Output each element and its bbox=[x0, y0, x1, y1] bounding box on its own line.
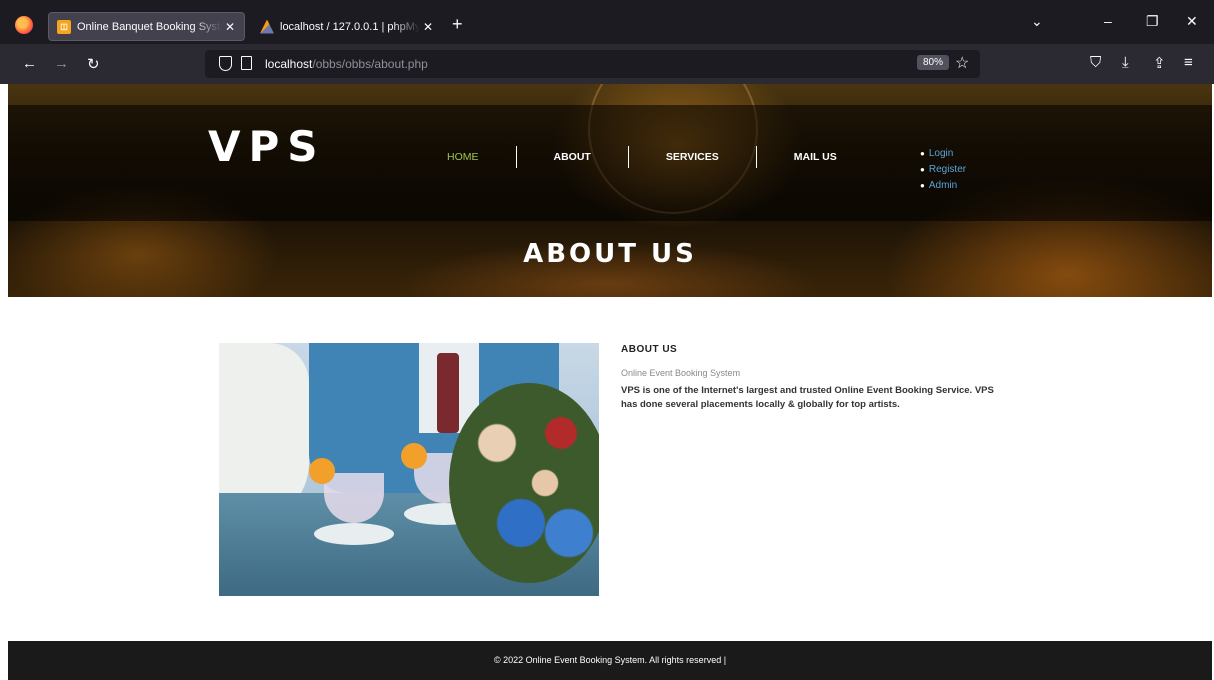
tab-close-icon[interactable]: ✕ bbox=[222, 20, 238, 34]
tab-title: Online Banquet Booking System bbox=[77, 20, 222, 33]
tab-title: localhost / 127.0.0.1 | phpMyAdmin bbox=[280, 20, 420, 33]
url-host: localhost bbox=[265, 57, 313, 71]
bullet-icon: ● bbox=[920, 181, 925, 190]
back-button[interactable]: ← bbox=[22, 55, 37, 72]
new-tab-button[interactable]: + bbox=[452, 14, 463, 35]
close-window-button[interactable]: ✕ bbox=[1186, 13, 1198, 30]
register-link[interactable]: ● Register bbox=[920, 162, 966, 178]
admin-link[interactable]: ● Admin bbox=[920, 178, 966, 194]
photo-orange-slice bbox=[309, 458, 335, 484]
photo-orange-slice bbox=[401, 443, 427, 469]
extensions-icon[interactable]: ⇪ bbox=[1153, 54, 1166, 72]
pocket-icon[interactable]: ⛉ bbox=[1090, 54, 1101, 71]
photo-bouquet bbox=[449, 383, 599, 583]
register-link-label: Register bbox=[928, 164, 967, 175]
browser-nav-bar: ← → ↻ localhost/obbs/obbs/about.php 80% … bbox=[0, 44, 1214, 84]
url-path: /obbs/obbs/about.php bbox=[312, 57, 428, 71]
site-footer: © 2022 Online Event Booking System. All … bbox=[8, 641, 1212, 680]
firefox-logo-icon[interactable] bbox=[15, 16, 33, 34]
about-heading: ABOUT US bbox=[621, 344, 678, 355]
main-menu: HOME ABOUT SERVICES MAIL US bbox=[410, 146, 874, 168]
menu-item-home[interactable]: HOME bbox=[410, 151, 516, 163]
wedding-couple-photo bbox=[219, 343, 599, 596]
zoom-level-button[interactable]: 80% bbox=[917, 55, 950, 70]
site-logo[interactable]: VPS bbox=[208, 122, 326, 171]
obbs-favicon-icon: ◫ bbox=[57, 19, 71, 34]
tab-phpmyadmin[interactable]: localhost / 127.0.0.1 | phpMyAdmin ✕ bbox=[252, 12, 442, 41]
url-bar[interactable]: localhost/obbs/obbs/about.php 80% ☆ bbox=[205, 50, 980, 78]
login-link-label: Login bbox=[928, 148, 954, 159]
minimize-button[interactable]: – bbox=[1104, 13, 1112, 29]
page-title: ABOUT US bbox=[523, 239, 697, 269]
bookmark-star-icon[interactable]: ☆ bbox=[955, 53, 969, 73]
downloads-icon[interactable]: ⤓ bbox=[1122, 54, 1129, 71]
menu-item-about[interactable]: ABOUT bbox=[517, 151, 628, 163]
account-links: ● Login ● Register ● Admin bbox=[920, 146, 966, 194]
reload-button[interactable]: ↻ bbox=[87, 55, 100, 73]
phpmyadmin-favicon-icon bbox=[260, 19, 274, 34]
admin-link-label: Admin bbox=[928, 180, 958, 191]
forward-button[interactable]: → bbox=[54, 55, 69, 72]
bullet-icon: ● bbox=[920, 149, 925, 158]
copyright-text: © 2022 Online Event Booking System. All … bbox=[493, 655, 727, 665]
browser-tab-bar: ◫ Online Banquet Booking System ✕ localh… bbox=[0, 0, 1214, 44]
page-info-icon[interactable] bbox=[241, 56, 252, 70]
menu-item-mail-us[interactable]: MAIL US bbox=[757, 151, 874, 163]
list-all-tabs-button[interactable]: ⌄ bbox=[1031, 13, 1043, 30]
tracking-protection-shield-icon[interactable] bbox=[219, 56, 232, 71]
restore-button[interactable]: ❐ bbox=[1146, 13, 1159, 30]
about-body: VPS is one of the Internet's largest and… bbox=[621, 385, 994, 410]
photo-plate bbox=[314, 523, 394, 545]
bullet-icon: ● bbox=[920, 165, 925, 174]
url-text[interactable]: localhost/obbs/obbs/about.php bbox=[265, 57, 428, 71]
tab-obbs[interactable]: ◫ Online Banquet Booking System ✕ bbox=[48, 12, 245, 41]
site-header-banner: VPS HOME ABOUT SERVICES MAIL US ● Login ●… bbox=[8, 84, 1212, 297]
login-link[interactable]: ● Login bbox=[920, 146, 966, 162]
photo-groom-tie bbox=[437, 353, 459, 433]
menu-item-services[interactable]: SERVICES bbox=[629, 151, 756, 163]
tab-close-icon[interactable]: ✕ bbox=[420, 20, 436, 34]
app-menu-icon[interactable]: ≡ bbox=[1184, 54, 1193, 71]
about-subheading: Online Event Booking System bbox=[621, 368, 741, 378]
